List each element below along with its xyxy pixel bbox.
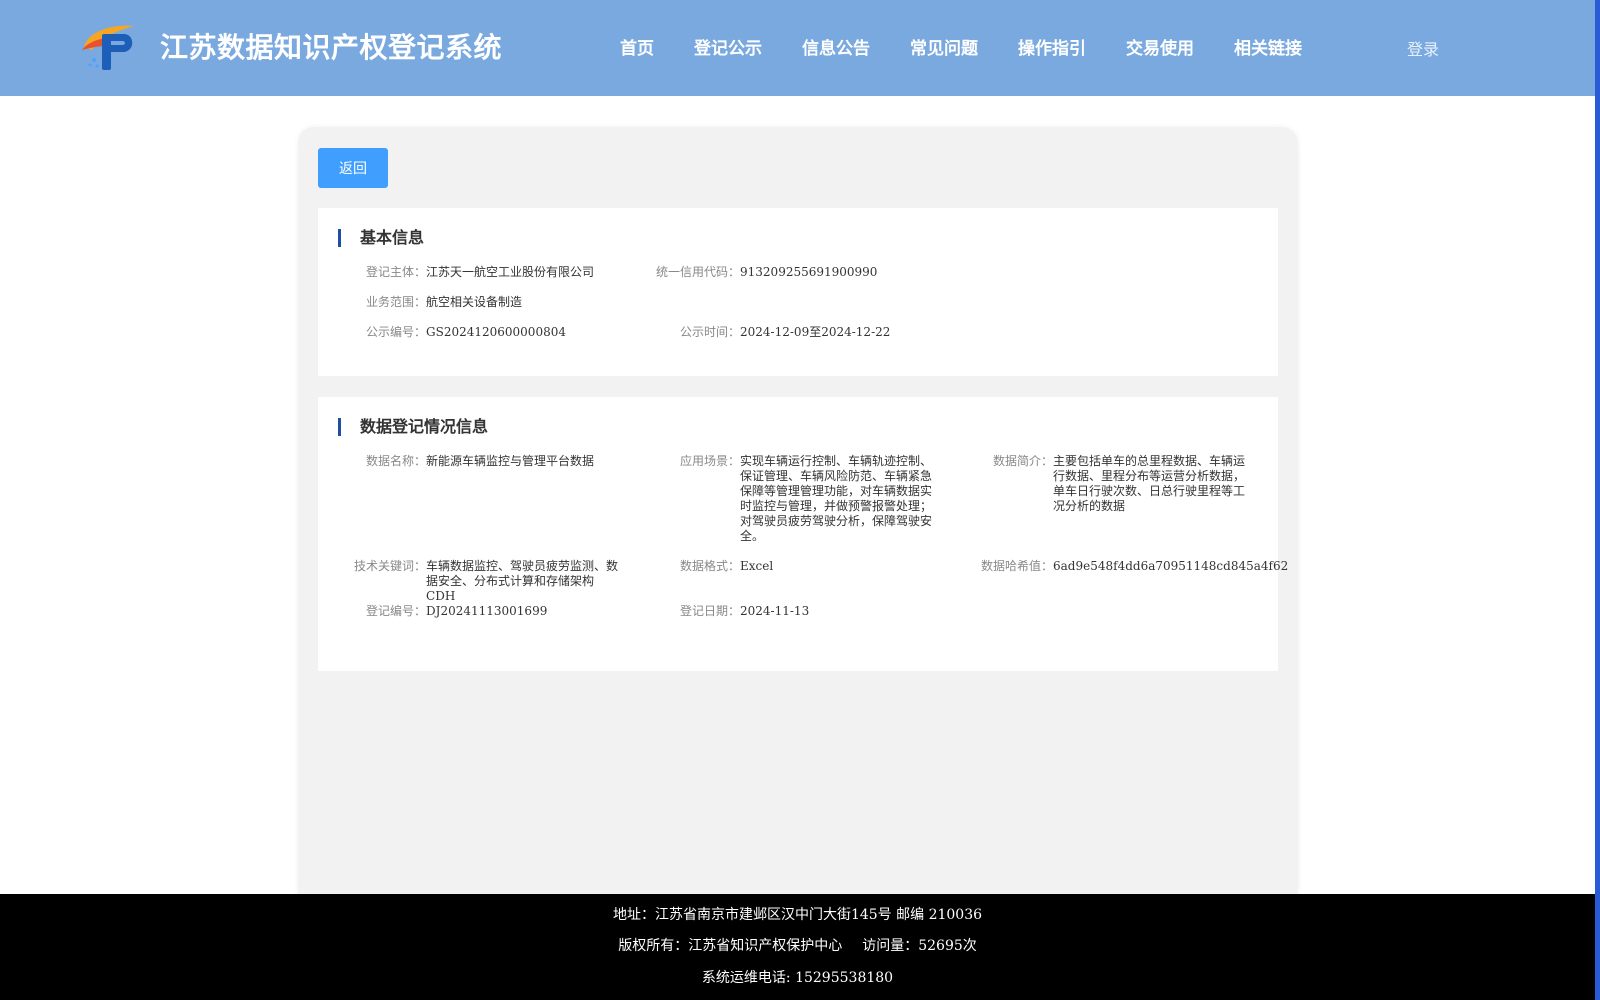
ip-logo-icon[interactable] [80, 20, 140, 72]
field-value: 6ad9e548f4dd6a70951148cd845a4f62 [1053, 559, 1289, 573]
site-title: 江苏数据知识产权登记系统 [160, 31, 503, 64]
field-label: 公示时间： [680, 325, 741, 339]
field-scene: 应用场景： 实现车辆运行控制、车辆轨迹控制、保证管理、车辆风险防范、车辆紧急保障… [680, 454, 934, 544]
nav-item-guide[interactable]: 操作指引 [1018, 34, 1086, 59]
scrollbar-edge [1595, 0, 1600, 1000]
site-footer: 地址：江苏省南京市建邺区汉中门大街145号 邮编 210036 版权所有：江苏省… [0, 894, 1595, 1000]
field-value: 车辆数据监控、驾驶员疲劳监测、数据安全、分布式计算和存储架构CDH [426, 559, 619, 603]
field-label: 技术关键词： [354, 559, 427, 573]
site-header: 江苏数据知识产权登记系统 首页 登记公示 信息公告 常见问题 操作指引 交易使用… [0, 0, 1595, 96]
field-subject: 登记主体： 江苏天一航空工业股份有限公司 [366, 265, 594, 280]
field-value: DJ20241113001699 [426, 604, 548, 618]
footer-visits: 访问量：52695次 [862, 938, 977, 954]
field-value: GS2024120600000804 [426, 325, 566, 339]
field-notice-time: 公示时间： 2024-12-09至2024-12-22 [680, 325, 890, 340]
field-hash: 数据哈希值： 6ad9e548f4dd6a70951148cd845a4f62 [981, 559, 1288, 574]
field-scope: 业务范围： 航空相关设备制造 [366, 295, 522, 310]
field-notice-no: 公示编号： GS2024120600000804 [366, 325, 566, 340]
basic-info-card: 基本信息 登记主体： 江苏天一航空工业股份有限公司 统一信用代码： 913209… [318, 208, 1278, 376]
field-intro: 数据简介： 主要包括单车的总里程数据、车辆运行数据、里程分布等运营分析数据，单车… [993, 454, 1249, 514]
field-value: 2024-11-13 [740, 604, 810, 618]
field-label: 数据格式： [680, 559, 741, 573]
nav-item-home[interactable]: 首页 [620, 34, 654, 59]
field-label: 数据简介： [993, 454, 1054, 468]
field-value: 2024-12-09至2024-12-22 [740, 325, 891, 339]
footer-copyright: 版权所有：江苏省知识产权保护中心 [618, 938, 843, 954]
nav-item-faq[interactable]: 常见问题 [910, 34, 978, 59]
footer-copyright-line: 版权所有：江苏省知识产权保护中心 访问量：52695次 [0, 935, 1595, 955]
field-value: 实现车辆运行控制、车辆轨迹控制、保证管理、车辆风险防范、车辆紧急保障等管理管理功… [740, 454, 933, 543]
field-label: 登记主体： [366, 265, 427, 279]
login-link[interactable]: 登录 [1407, 36, 1439, 60]
field-label: 统一信用代码： [656, 265, 741, 279]
field-format: 数据格式： Excel [680, 559, 773, 574]
field-value: Excel [740, 559, 774, 573]
field-label: 业务范围： [366, 295, 427, 309]
field-label: 数据哈希值： [981, 559, 1054, 573]
footer-phone: 系统运维电话: 15295538180 [701, 970, 894, 986]
field-value: 航空相关设备制造 [426, 295, 523, 309]
field-credit-code: 统一信用代码： 913209255691900990 [656, 265, 877, 280]
field-label: 应用场景： [680, 454, 741, 468]
field-label: 登记编号： [366, 604, 427, 618]
field-value: 新能源车辆监控与管理平台数据 [426, 454, 595, 468]
field-data-name: 数据名称： 新能源车辆监控与管理平台数据 [366, 454, 626, 469]
field-value: 主要包括单车的总里程数据、车辆运行数据、里程分布等运营分析数据，单车日行驶次数、… [1053, 454, 1246, 513]
registration-info-card: 数据登记情况信息 数据名称： 新能源车辆监控与管理平台数据 应用场景： 实现车辆… [318, 397, 1288, 671]
nav-item-trade[interactable]: 交易使用 [1126, 34, 1194, 59]
field-value: 913209255691900990 [740, 265, 878, 279]
field-reg-no: 登记编号： DJ20241113001699 [366, 604, 547, 619]
nav-item-registration-notice[interactable]: 登记公示 [694, 34, 762, 59]
detail-panel: 返回 基本信息 登记主体： 江苏天一航空工业股份有限公司 统一信用代码： 913… [298, 127, 1298, 907]
field-label: 登记日期： [680, 604, 741, 618]
main-nav: 首页 登记公示 信息公告 常见问题 操作指引 交易使用 相关链接 [620, 34, 1342, 59]
basic-info-title: 基本信息 [338, 228, 424, 248]
nav-item-links[interactable]: 相关链接 [1234, 34, 1302, 59]
nav-item-announcements[interactable]: 信息公告 [802, 34, 870, 59]
field-label: 公示编号： [366, 325, 427, 339]
field-reg-date: 登记日期： 2024-11-13 [680, 604, 809, 619]
registration-info-title: 数据登记情况信息 [338, 417, 488, 437]
footer-address: 地址：江苏省南京市建邺区汉中门大街145号 邮编 210036 [612, 907, 983, 923]
back-button[interactable]: 返回 [318, 148, 388, 188]
field-value: 江苏天一航空工业股份有限公司 [426, 265, 595, 279]
field-keywords: 技术关键词： 车辆数据监控、驾驶员疲劳监测、数据安全、分布式计算和存储架构CDH [354, 559, 622, 604]
field-label: 数据名称： [366, 454, 427, 468]
